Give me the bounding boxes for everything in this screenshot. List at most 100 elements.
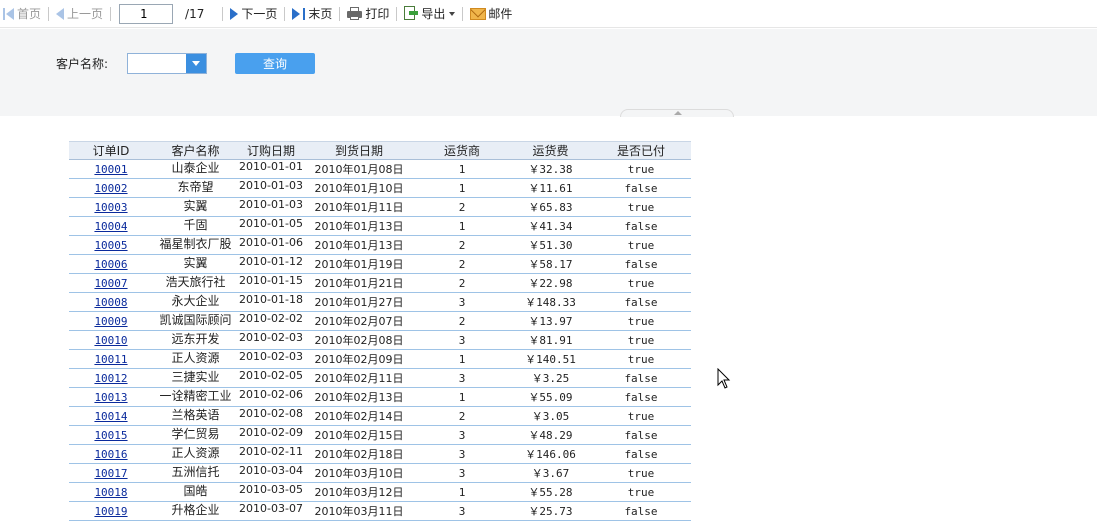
first-page-button[interactable]: 首页 [0, 4, 44, 24]
freight-cell: ￥25.73 [528, 505, 573, 518]
order-id-link[interactable]: 10015 [94, 429, 127, 442]
order-id-cell: 10013 [69, 388, 153, 406]
chevron-up-icon [674, 111, 682, 115]
table-body: 10001 山泰企业 2010-01-01 2010年01月08日 1 ￥32.38 tru… [69, 160, 691, 521]
query-button[interactable]: 查询 [235, 53, 315, 74]
order-id-link[interactable]: 10013 [94, 391, 127, 404]
toolbar-divider [396, 6, 398, 21]
print-button[interactable]: 打印 [344, 4, 392, 24]
shipper-cell: 3 [458, 466, 466, 480]
order-id-link[interactable]: 10004 [94, 220, 127, 233]
prev-page-button[interactable]: 上一页 [53, 4, 106, 24]
shipper-cell: 3 [458, 295, 466, 309]
paid-cell: false [624, 390, 658, 404]
freight-cell: ￥55.09 [528, 391, 573, 404]
order-id-link[interactable]: 10016 [94, 448, 127, 461]
order-id-link[interactable]: 10012 [94, 372, 127, 385]
header-order-id: 订单ID [92, 144, 130, 158]
collapse-panel-handle[interactable] [620, 109, 734, 117]
combobox-dropdown-button[interactable] [186, 54, 206, 73]
customer-name-cell: 凯诚国际顾问 [159, 313, 232, 327]
order-id-link[interactable]: 10008 [94, 296, 127, 309]
order-id-link[interactable]: 10018 [94, 486, 127, 499]
order-id-link[interactable]: 10005 [94, 239, 127, 252]
toolbar-divider [48, 6, 50, 21]
order-date-cell: 2010-01-18 [239, 293, 303, 306]
shipper-cell: 1 [458, 485, 466, 499]
table-row: 10017 五洲信托 2010-03-04 2010年03月10日 3 ￥3.67 true [69, 464, 691, 483]
freight-cell: ￥48.29 [528, 429, 573, 442]
customer-name-cell: 升格企业 [171, 503, 220, 517]
order-id-cell: 10003 [69, 198, 153, 216]
order-id-link[interactable]: 10002 [94, 182, 127, 195]
last-page-button[interactable]: 末页 [289, 4, 335, 24]
table-row: 10013 一诠精密工业 2010-02-06 2010年02月13日 1 ￥55.09 f… [69, 388, 691, 407]
next-page-icon [230, 7, 239, 20]
table-row: 10001 山泰企业 2010-01-01 2010年01月08日 1 ￥32.38 tru… [69, 160, 691, 179]
freight-cell: ￥32.38 [528, 163, 573, 176]
page-number-input[interactable] [119, 3, 174, 24]
freight-cell: ￥11.61 [528, 182, 573, 195]
order-date-cell: 2010-02-03 [239, 331, 303, 344]
arrive-date-cell: 2010年03月10日 [314, 467, 404, 480]
export-button[interactable]: 导出 [401, 4, 458, 24]
order-id-link[interactable]: 10003 [94, 201, 127, 214]
table-row: 10016 正人资源 2010-02-11 2010年02月18日 3 ￥146.06 fa… [69, 445, 691, 464]
order-id-link[interactable]: 10014 [94, 410, 127, 423]
arrive-date-cell: 2010年01月13日 [314, 220, 404, 233]
shipper-cell: 3 [458, 333, 466, 347]
customer-name-cell: 一诠精密工业 [159, 389, 232, 403]
mouse-cursor-icon [717, 368, 731, 389]
table-row: 10008 永大企业 2010-01-18 2010年01月27日 3 ￥148.33 fa… [69, 293, 691, 312]
order-id-link[interactable]: 10007 [94, 277, 127, 290]
customer-name-cell: 五洲信托 [171, 465, 220, 479]
shipper-cell: 3 [458, 447, 466, 461]
customer-name-cell: 浩天旅行社 [165, 275, 226, 289]
chevron-down-icon [192, 61, 200, 66]
order-id-cell: 10015 [69, 426, 153, 444]
arrive-date-cell: 2010年02月08日 [314, 334, 404, 347]
table-row: 10011 正人资源 2010-02-03 2010年02月09日 1 ￥140.51 tr… [69, 350, 691, 369]
shipper-cell: 1 [458, 162, 466, 176]
table-row: 10003 实翼 2010-01-03 2010年01月11日 2 ￥65.83 true [69, 198, 691, 217]
order-id-link[interactable]: 10006 [94, 258, 127, 271]
order-id-link[interactable]: 10001 [94, 163, 127, 176]
order-id-cell: 10007 [69, 274, 153, 292]
order-id-link[interactable]: 10017 [94, 467, 127, 480]
paid-cell: false [624, 219, 658, 233]
customer-name-cell: 东帝望 [177, 180, 214, 194]
shipper-cell: 2 [458, 409, 466, 423]
customer-name-cell: 国皓 [183, 484, 208, 498]
arrive-date-cell: 2010年03月12日 [314, 486, 404, 499]
arrive-date-cell: 2010年01月13日 [314, 239, 404, 252]
next-page-button[interactable]: 下一页 [227, 4, 280, 24]
order-date-cell: 2010-02-03 [239, 350, 303, 363]
freight-cell: ￥22.98 [528, 277, 573, 290]
order-id-link[interactable]: 10010 [94, 334, 127, 347]
mail-button[interactable]: 邮件 [467, 4, 515, 24]
order-id-cell: 10011 [69, 350, 153, 368]
customer-name-cell: 正人资源 [171, 351, 220, 365]
shipper-cell: 1 [458, 181, 466, 195]
table-row: 10009 凯诚国际顾问 2010-02-02 2010年02月07日 2 ￥13.97 t… [69, 312, 691, 331]
customer-name-cell: 实翼 [183, 256, 208, 270]
paid-cell: false [624, 428, 658, 442]
table-row: 10015 学仁贸易 2010-02-09 2010年02月15日 3 ￥48.29 fal… [69, 426, 691, 445]
toolbar-divider [284, 6, 286, 21]
paid-cell: true [627, 200, 655, 214]
customer-name-combobox[interactable] [127, 53, 207, 74]
order-id-link[interactable]: 10009 [94, 315, 127, 328]
customer-name-cell: 实翼 [183, 199, 208, 213]
filter-panel: 客户名称: 查询 [0, 29, 1097, 117]
paid-cell: false [624, 504, 658, 518]
header-customer: 客户名称 [171, 144, 220, 158]
order-id-cell: 10012 [69, 369, 153, 387]
customer-name-cell: 正人资源 [171, 446, 220, 460]
order-id-link[interactable]: 10011 [94, 353, 127, 366]
arrive-date-cell: 2010年02月13日 [314, 391, 404, 404]
header-shipper: 运货商 [443, 144, 480, 158]
shipper-cell: 1 [458, 390, 466, 404]
shipper-cell: 3 [458, 504, 466, 518]
first-page-arrow-icon [6, 7, 14, 20]
order-id-link[interactable]: 10019 [94, 505, 127, 518]
